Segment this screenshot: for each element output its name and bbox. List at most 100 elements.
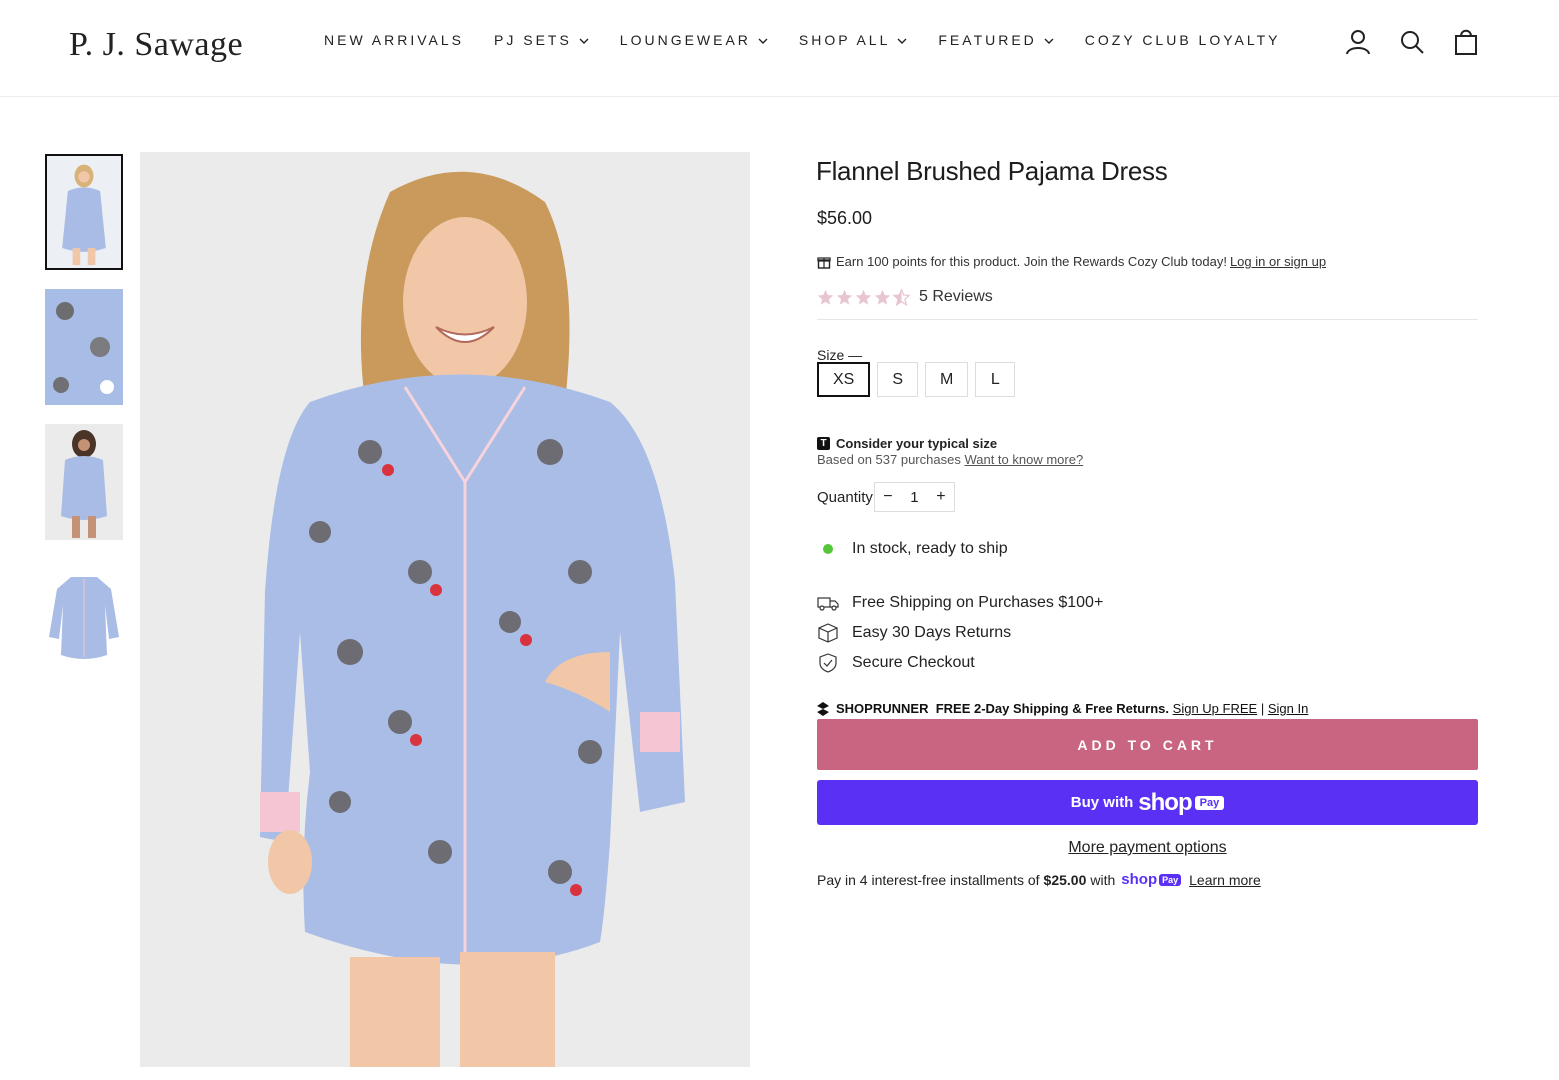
stock-text: In stock, ready to ship <box>852 540 1008 557</box>
gift-icon <box>817 256 831 269</box>
in-stock-indicator-icon <box>823 544 833 554</box>
installments-learn-more-link[interactable]: Learn more <box>1189 872 1261 888</box>
size-option-m[interactable]: M <box>925 362 969 397</box>
nav-item-label: COZY CLUB LOYALTY <box>1084 32 1281 48</box>
thumbnail-image <box>45 424 123 540</box>
chevron-down-icon <box>758 38 768 44</box>
stock-status: In stock, ready to ship <box>823 540 1008 558</box>
thumbnail-flat-lay[interactable] <box>45 559 123 675</box>
quantity-decrease-button[interactable]: − <box>875 483 901 511</box>
separator-text: | <box>1260 701 1265 716</box>
fit-advice-link[interactable]: Want to know more? <box>964 452 1083 467</box>
nav-item-label: FEATURED <box>938 32 1037 48</box>
thumbnail-gallery <box>45 154 123 694</box>
size-option-s[interactable]: S <box>877 362 919 397</box>
account-icon[interactable] <box>1345 28 1371 56</box>
chevron-down-icon <box>897 38 907 44</box>
fit-advice-title: Consider your typical size <box>836 436 998 451</box>
size-label-dash: — <box>848 347 863 363</box>
perk-label: Secure Checkout <box>852 654 975 671</box>
truefit-icon: T <box>817 437 830 450</box>
thumbnail-image <box>45 559 123 675</box>
installments-amount: $25.00 <box>1043 871 1087 888</box>
star-icon <box>874 289 891 305</box>
product-perks: Free Shipping on Purchases $100+ Easy 30… <box>817 588 1103 678</box>
shoprunner-logo-icon <box>817 701 829 716</box>
shop-pay-logo-pay: Pay <box>1194 795 1225 810</box>
thumbnail-image <box>45 289 123 405</box>
shoprunner-brand: SHOPRUNNER <box>836 701 929 716</box>
fit-advice: T Consider your typical size Based on 53… <box>817 436 1083 467</box>
divider <box>817 319 1478 320</box>
shoprunner-banner: SHOPRUNNER FREE 2-Day Shipping & Free Re… <box>817 701 1308 716</box>
size-selector: XS S M L <box>817 362 1016 397</box>
main-nav: NEW ARRIVALS PJ SETS LOUNGEWEAR SHOP ALL… <box>324 32 1281 48</box>
more-payment-options-link[interactable]: More payment options <box>817 839 1478 857</box>
shield-icon <box>819 653 837 673</box>
add-to-cart-button[interactable]: ADD TO CART <box>817 719 1478 770</box>
quantity-increase-button[interactable]: + <box>928 483 954 511</box>
perk-secure-checkout: Secure Checkout <box>817 648 1103 678</box>
reviews-link[interactable]: 5 Reviews <box>919 288 993 306</box>
thumbnail-image <box>47 156 121 268</box>
installments-with: with <box>1090 871 1116 888</box>
star-rating <box>817 288 910 306</box>
thumbnail-fabric-closeup[interactable] <box>45 289 123 405</box>
nav-item-pj-sets[interactable]: PJ SETS <box>494 32 590 48</box>
star-icon <box>855 289 872 305</box>
size-label: Size — <box>817 347 862 363</box>
nav-item-cozy-club-loyalty[interactable]: COZY CLUB LOYALTY <box>1085 32 1281 48</box>
shoprunner-signin-link[interactable]: Sign In <box>1268 701 1308 716</box>
perk-returns: Easy 30 Days Returns <box>817 618 1103 648</box>
brand-logo[interactable]: P. J. Sawage <box>69 26 243 64</box>
shop-pay-buy-with: Buy with <box>1070 794 1134 811</box>
nav-item-label: SHOP ALL <box>798 32 891 48</box>
star-half-icon <box>893 288 910 306</box>
quantity-row: Quantity − 1 + <box>817 482 955 512</box>
size-option-xs[interactable]: XS <box>817 362 871 397</box>
product-main-image[interactable] <box>140 152 750 1067</box>
size-option-l[interactable]: L <box>975 362 1016 397</box>
nav-item-label: NEW ARRIVALS <box>324 32 464 48</box>
shop-pay-logo-small-pay: Pay <box>1159 873 1182 886</box>
shop-pay-logo-shop: shop <box>1138 788 1192 816</box>
quantity-input[interactable]: 1 <box>901 489 928 506</box>
product-rating[interactable]: 5 Reviews <box>817 288 993 306</box>
fit-advice-basis: Based on 537 purchases <box>817 452 961 467</box>
nav-item-new-arrivals[interactable]: NEW ARRIVALS <box>324 32 464 48</box>
cart-icon[interactable] <box>1453 28 1479 56</box>
box-icon <box>818 623 838 643</box>
fit-advice-subtitle: Based on 537 purchases Want to know more… <box>817 452 1083 467</box>
shoprunner-offer: FREE 2-Day Shipping & Free Returns. <box>935 701 1170 716</box>
perk-label: Easy 30 Days Returns <box>852 624 1012 641</box>
fit-advice-header: T Consider your typical size <box>817 436 1083 451</box>
shop-pay-logo-small-shop: shop <box>1121 871 1158 888</box>
size-label-text: Size <box>817 347 845 363</box>
perk-label: Free Shipping on Purchases $100+ <box>852 594 1104 611</box>
shop-pay-button[interactable]: Buy with shop Pay <box>817 780 1478 825</box>
header-actions <box>1345 28 1479 56</box>
installments-banner: Pay in 4 interest-free installments of $… <box>817 871 1261 888</box>
quantity-stepper: − 1 + <box>873 482 955 512</box>
chevron-down-icon <box>579 38 589 44</box>
star-icon <box>836 289 853 305</box>
shoprunner-signup-link[interactable]: Sign Up FREE <box>1173 701 1258 716</box>
perk-free-shipping: Free Shipping on Purchases $100+ <box>817 588 1103 618</box>
product-title: Flannel Brushed Pajama Dress <box>816 156 1168 186</box>
site-header: P. J. Sawage NEW ARRIVALS PJ SETS LOUNGE… <box>0 0 1559 97</box>
thumbnail-model-alt[interactable] <box>45 424 123 540</box>
installments-prefix: Pay in 4 interest-free installments of <box>817 871 1040 888</box>
nav-item-label: LOUNGEWEAR <box>619 32 751 48</box>
thumbnail-model-front[interactable] <box>45 154 123 270</box>
nav-item-featured[interactable]: FEATURED <box>938 32 1054 48</box>
product-photo <box>140 152 750 1067</box>
quantity-label: Quantity <box>817 488 873 506</box>
rewards-login-link[interactable]: Log in or sign up <box>1230 254 1326 269</box>
nav-item-loungewear[interactable]: LOUNGEWEAR <box>620 32 769 48</box>
search-icon[interactable] <box>1399 28 1425 56</box>
nav-item-shop-all[interactable]: SHOP ALL <box>799 32 908 48</box>
product-price: $56.00 <box>817 208 873 228</box>
rewards-banner: Earn 100 points for this product. Join t… <box>817 254 1326 269</box>
chevron-down-icon <box>1044 38 1054 44</box>
